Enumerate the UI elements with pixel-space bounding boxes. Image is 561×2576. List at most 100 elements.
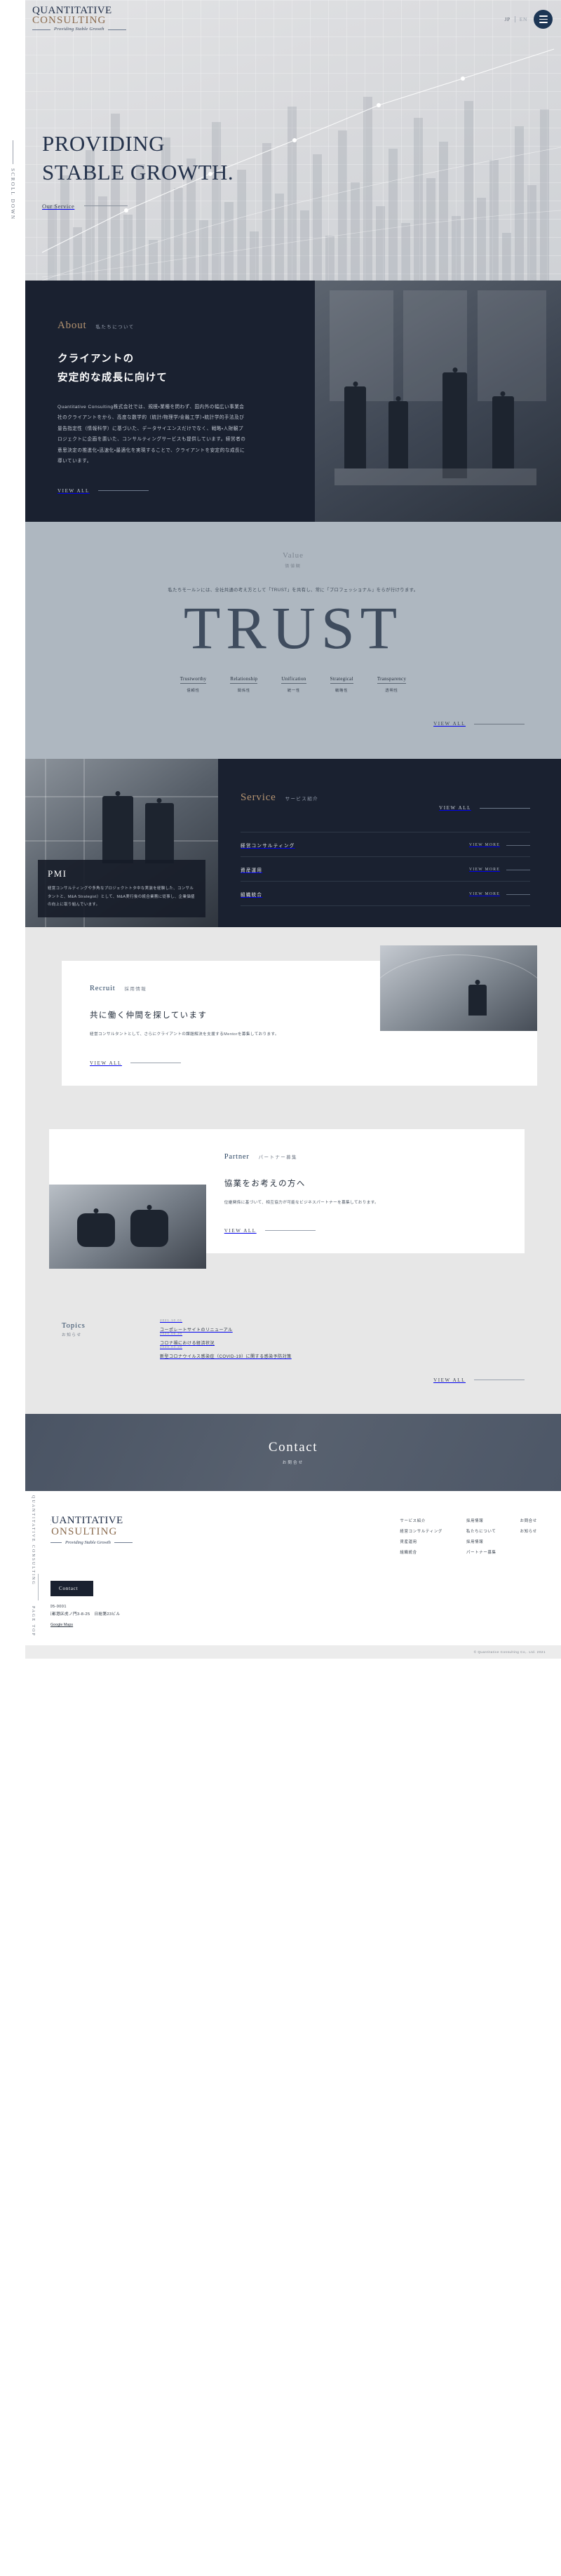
contact-cta-banner[interactable]: Contact お問合せ xyxy=(25,1413,561,1491)
footer-link[interactable]: 組織統合 xyxy=(400,1549,442,1555)
recruit-label-en: Recruit xyxy=(90,985,116,993)
topic-title: コーポレートサイトのリニューアル xyxy=(160,1328,233,1333)
partner-photo xyxy=(49,1184,206,1269)
lang-en-link[interactable]: EN xyxy=(520,16,527,22)
topics-inner: Topics お知らせ 2021.10.01 コーポレートサイトのリニューアル … xyxy=(62,1319,525,1359)
our-service-rule xyxy=(84,205,128,207)
service-list: 経営コンサルティング VIEW MORE 資産運用 VIEW MORE 組織統合 xyxy=(241,832,530,907)
recruit-section: Recruit 採用情報 共に働く仲間を探しています 経営コンサルタントとして、… xyxy=(25,927,561,1124)
about-office-photo xyxy=(314,281,561,522)
partner-heading: 協業をお考えの方へ xyxy=(224,1179,306,1188)
about-label-en: About xyxy=(58,320,87,331)
service-more-label: VIEW MORE xyxy=(468,868,500,872)
topic-date: 2020.05.20 xyxy=(160,1332,183,1336)
value-pillar: Strategical 戦略性 xyxy=(330,676,353,693)
service-content: Service サービス紹介 VIEW ALL 経営コンサルティング VIEW … xyxy=(218,759,561,928)
footer-logo[interactable]: QUANTITATIVE CONSULTING Providing Stable… xyxy=(43,1515,133,1560)
contact-cta-label-jp: お問合せ xyxy=(282,1460,304,1465)
logo-rule-right xyxy=(107,29,126,30)
hero-title: PROVIDING STABLE GROWTH. xyxy=(42,130,234,187)
about-section: About 私たちについて クライアントの 安定的な成長に向けて Quantit… xyxy=(25,281,561,522)
partner-heading-row: Partner パートナー募集 xyxy=(224,1153,496,1161)
service-card-tag: PMI xyxy=(48,868,67,879)
topics-list: 2021.10.01 コーポレートサイトのリニューアル 2020.05.20 コ… xyxy=(160,1319,525,1359)
hero-copy: PROVIDING STABLE GROWTH. Our Service xyxy=(42,130,234,210)
service-more-rule xyxy=(506,844,530,846)
language-switcher: JP EN xyxy=(505,16,528,22)
topics-label-jp: お知らせ xyxy=(62,1333,82,1337)
service-item-more: VIEW MORE xyxy=(469,892,530,896)
recruit-photo xyxy=(380,945,537,1032)
about-heading-row: About 私たちについて xyxy=(58,320,297,332)
footer-link[interactable]: 採用情報 xyxy=(466,1518,496,1523)
about-heading-line-2: 安定的な成長に向けて xyxy=(58,372,168,384)
footer-link[interactable]: お問合せ xyxy=(520,1518,537,1523)
our-service-link[interactable]: Our Service xyxy=(42,203,234,210)
topic-item[interactable]: 2020.05.20 コロナ禍における経済状況 xyxy=(160,1332,525,1346)
lang-jp-link[interactable]: JP xyxy=(505,16,511,22)
footer-contact-button[interactable]: Contact xyxy=(43,1580,94,1596)
pillar-jp: 統一性 xyxy=(287,689,301,694)
recruit-heading: 共に働く仲間を探しています xyxy=(90,1011,208,1020)
recruit-view-all-link[interactable]: VIEW ALL xyxy=(90,1060,369,1066)
service-item-management-consulting[interactable]: 経営コンサルティング VIEW MORE xyxy=(241,832,530,858)
google-maps-link[interactable]: Google Maps xyxy=(43,1623,537,1627)
recruit-body: 経営コンサルタントとして、さらにクライアントの課題解決を支援するMentorを募… xyxy=(90,1032,279,1037)
footer-link[interactable]: 採用情報 xyxy=(466,1539,496,1544)
service-view-all-label: VIEW ALL xyxy=(439,805,471,811)
pillar-en: Unification xyxy=(281,676,306,685)
value-pillars: Trustworthy 信頼性 Relationship 関係性 Unifica… xyxy=(25,676,561,693)
topics-view-all-link[interactable]: VIEW ALL xyxy=(62,1377,525,1383)
value-view-all-link[interactable]: VIEW ALL xyxy=(25,721,561,727)
about-view-all-rule xyxy=(97,490,149,492)
hamburger-menu-icon[interactable] xyxy=(534,10,553,29)
footer-link[interactable]: お知らせ xyxy=(520,1528,537,1534)
page-top-label[interactable]: PAGE TOP xyxy=(31,1606,35,1637)
footer-link[interactable]: 資産運用 xyxy=(400,1539,442,1544)
footer-link[interactable]: 私たちについて xyxy=(466,1528,496,1534)
partner-label-en: Partner xyxy=(224,1152,250,1161)
service-item-organization-integration[interactable]: 組織統合 VIEW MORE xyxy=(241,882,530,907)
about-heading: クライアントの 安定的な成長に向けて xyxy=(58,350,297,388)
footer-link[interactable]: パートナー募集 xyxy=(466,1549,496,1555)
partner-view-all-link[interactable]: VIEW ALL xyxy=(224,1228,496,1234)
service-item-name: 経営コンサルティング xyxy=(241,844,295,849)
topic-item[interactable]: 2021.10.01 コーポレートサイトのリニューアル xyxy=(160,1319,525,1333)
about-content: About 私たちについて クライアントの 安定的な成長に向けて Quantit… xyxy=(25,281,315,522)
partner-card: Partner パートナー募集 協業をお考えの方へ 位継関係に基づいて、相互協力… xyxy=(49,1128,525,1269)
about-heading-line-1: クライアントの xyxy=(58,353,135,365)
value-lead-text: 私たちモールンには、全社共通の考え方として「TRUST」を共有し、常に「プロフェ… xyxy=(168,587,419,593)
header-actions: JP EN xyxy=(505,6,553,29)
footer-link[interactable]: 経営コンサルティング xyxy=(400,1528,442,1534)
topics-heading: Topics お知らせ xyxy=(62,1319,139,1359)
burger-bar-1 xyxy=(539,15,548,17)
service-more-label: VIEW MORE xyxy=(468,843,500,848)
service-photo: PMI 経営コンサルティングや多角なプロジェクトトタ中な実装を経験した、コンサル… xyxy=(25,759,219,928)
about-label-jp: 私たちについて xyxy=(95,325,135,330)
footer-rule-right xyxy=(114,1542,133,1543)
value-pillar: Unification 統一性 xyxy=(281,676,306,693)
service-view-all-link[interactable]: VIEW ALL xyxy=(439,805,530,811)
service-more-label: VIEW MORE xyxy=(468,892,500,897)
site-logo[interactable]: QUANTITATIVE CONSULTING Providing Stable… xyxy=(32,6,126,32)
recruit-content: Recruit 採用情報 共に働く仲間を探しています 経営コンサルタントとして、… xyxy=(62,961,380,1085)
pillar-jp: 関係性 xyxy=(237,689,251,694)
site-footer: QUANTITATIVE CONSULTING Providing Stable… xyxy=(25,1490,561,1646)
hero-section: SCROLL DOWN QUANTITATIVE CONSULTING Prov… xyxy=(0,0,561,281)
logo-tagline-row: Providing Stable Growth xyxy=(32,27,126,32)
about-view-all-link[interactable]: VIEW ALL xyxy=(58,488,297,494)
hero-title-line-1: PROVIDING xyxy=(42,131,165,156)
footer-navigation: サービス紹介 経営コンサルティング 資産運用 組織統合 採用情報 私たちについて… xyxy=(400,1515,537,1560)
topic-title: 新型コロナウイルス感染症（COVID-19）に関する感染予防対策 xyxy=(160,1354,292,1359)
scroll-down-indicator[interactable]: SCROLL DOWN xyxy=(0,140,25,220)
contact-cta-label-en: Contact xyxy=(268,1439,318,1455)
about-body: Quantitative Consulting株式会社では、規模・業種を問わず、… xyxy=(58,404,246,464)
value-label-jp: 価値観 xyxy=(285,564,302,569)
topics-view-all-label: VIEW ALL xyxy=(433,1377,466,1383)
service-heading: Service サービス紹介 xyxy=(241,792,318,804)
value-section: Value 価値観 私たちモールンには、全社共通の考え方として「TRUST」を共… xyxy=(25,521,561,760)
footer-link[interactable]: サービス紹介 xyxy=(400,1518,442,1523)
service-view-all-rule xyxy=(480,807,530,809)
service-item-asset-management[interactable]: 資産運用 VIEW MORE xyxy=(241,857,530,882)
topic-item[interactable]: 2020.04.20 新型コロナウイルス感染症（COVID-19）に関する感染予… xyxy=(160,1345,525,1359)
